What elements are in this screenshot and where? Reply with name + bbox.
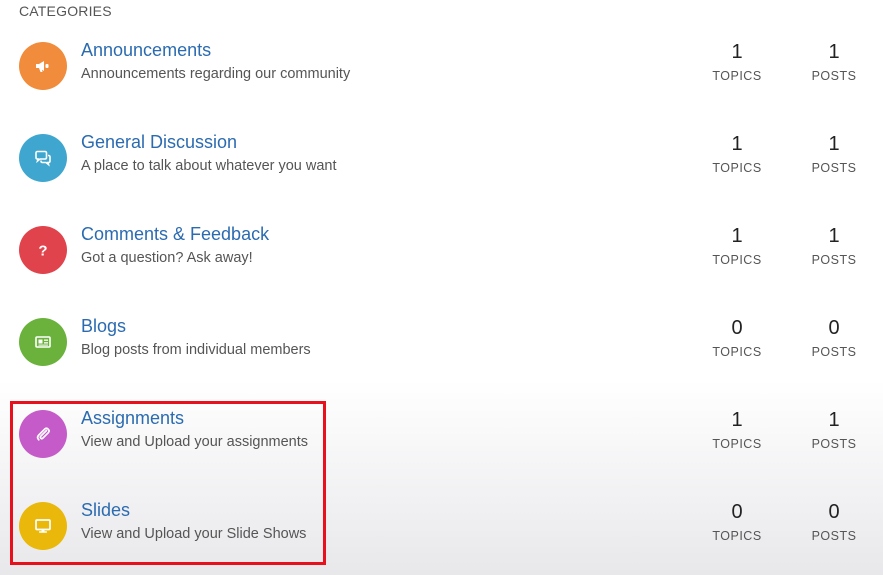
topics-label: TOPICS [712,529,762,543]
topics-label: TOPICS [712,69,762,83]
newspaper-icon[interactable] [19,318,67,366]
paperclip-icon[interactable] [19,410,67,458]
category-title[interactable]: Slides [81,500,130,521]
posts-label: POSTS [811,529,857,543]
posts-label: POSTS [811,345,857,359]
posts-stat: 0 POSTS [794,318,874,359]
category-row-general-discussion: General Discussion A place to talk about… [0,114,883,206]
category-description: Got a question? Ask away! [81,250,253,266]
category-description: Announcements regarding our community [81,66,351,82]
category-description: A place to talk about whatever you want [81,158,337,174]
topics-label: TOPICS [712,345,762,359]
topics-label: TOPICS [712,253,762,267]
posts-count: 0 [828,317,840,339]
category-description: Blog posts from individual members [81,342,311,358]
topics-stat: 1 TOPICS [697,226,777,267]
category-title[interactable]: General Discussion [81,132,237,153]
posts-stat: 1 POSTS [794,134,874,175]
posts-label: POSTS [811,253,857,267]
category-row-slides: Slides View and Upload your Slide Shows … [0,482,883,574]
posts-count: 1 [828,225,840,247]
topics-count: 0 [731,501,743,523]
topics-stat: 1 TOPICS [697,42,777,83]
megaphone-icon[interactable] [19,42,67,90]
category-row-announcements: Announcements Announcements regarding ou… [0,22,883,114]
question-mark-icon[interactable]: ? [19,226,67,274]
posts-count: 1 [828,133,840,155]
topics-stat: 1 TOPICS [697,410,777,451]
category-row-comments-feedback: ? Comments & Feedback Got a question? As… [0,206,883,298]
topics-label: TOPICS [712,437,762,451]
category-title[interactable]: Blogs [81,316,126,337]
topics-count: 1 [731,133,743,155]
posts-stat: 0 POSTS [794,502,874,543]
category-title[interactable]: Assignments [81,408,184,429]
topics-stat: 0 TOPICS [697,318,777,359]
posts-count: 0 [828,501,840,523]
topics-count: 1 [731,225,743,247]
topics-label: TOPICS [712,161,762,175]
category-description: View and Upload your Slide Shows [81,526,307,542]
category-row-blogs: Blogs Blog posts from individual members… [0,298,883,390]
posts-count: 1 [828,41,840,63]
posts-label: POSTS [811,437,857,451]
posts-stat: 1 POSTS [794,42,874,83]
posts-count: 1 [828,409,840,431]
topics-count: 0 [731,317,743,339]
category-title[interactable]: Comments & Feedback [81,224,269,245]
topics-stat: 0 TOPICS [697,502,777,543]
category-list: Announcements Announcements regarding ou… [0,0,883,575]
category-row-assignments: Assignments View and Upload your assignm… [0,390,883,482]
category-title[interactable]: Announcements [81,40,211,61]
category-description: View and Upload your assignments [81,434,309,450]
posts-label: POSTS [811,161,857,175]
posts-stat: 1 POSTS [794,226,874,267]
posts-stat: 1 POSTS [794,410,874,451]
posts-label: POSTS [811,69,857,83]
chat-bubbles-icon[interactable] [19,134,67,182]
topics-stat: 1 TOPICS [697,134,777,175]
topics-count: 1 [731,41,743,63]
topics-count: 1 [731,409,743,431]
svg-text:?: ? [38,243,47,260]
monitor-icon[interactable] [19,502,67,550]
